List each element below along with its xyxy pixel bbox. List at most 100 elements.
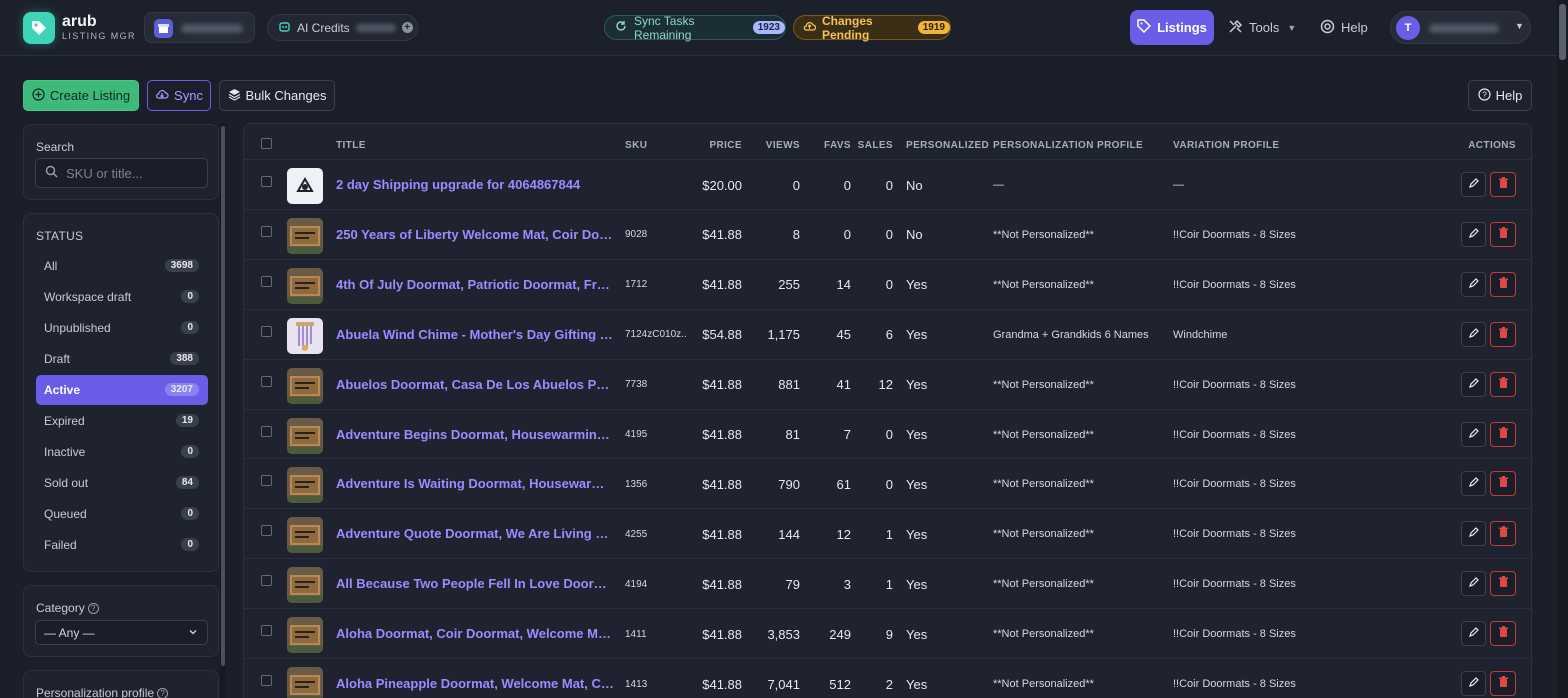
header-sku[interactable]: SKU xyxy=(625,140,647,151)
add-credits-icon[interactable]: + xyxy=(401,22,413,33)
row-checkbox[interactable] xyxy=(261,475,272,487)
delete-button[interactable] xyxy=(1490,371,1516,397)
status-item-all[interactable]: All 3698 xyxy=(36,251,208,281)
delete-button[interactable] xyxy=(1490,471,1516,497)
listing-thumbnail[interactable] xyxy=(287,467,323,504)
edit-button[interactable] xyxy=(1461,521,1486,547)
row-checkbox[interactable] xyxy=(261,325,272,337)
listing-thumbnail[interactable] xyxy=(287,517,323,554)
status-item-unpublished[interactable]: Unpublished 0 xyxy=(36,313,208,343)
status-count-badge: 388 xyxy=(170,352,199,365)
status-item-sold-out[interactable]: Sold out 84 xyxy=(36,468,208,498)
row-checkbox[interactable] xyxy=(261,275,272,287)
header-title[interactable]: TITLE xyxy=(336,140,366,151)
sync-tasks-pill[interactable]: Sync Tasks Remaining 1923 xyxy=(604,14,786,42)
info-icon[interactable]: ? xyxy=(87,603,99,615)
listing-title-link[interactable]: 2 day Shipping upgrade for 4064867844 xyxy=(336,160,614,210)
listing-title-link[interactable]: 4th Of July Doormat, Patriotic Doormat, … xyxy=(336,260,614,310)
status-item-inactive[interactable]: Inactive 0 xyxy=(36,437,208,467)
create-listing-button[interactable]: Create Listing xyxy=(23,80,139,111)
status-item-draft[interactable]: Draft 388 xyxy=(36,344,208,374)
sidebar-scrollbar-thumb[interactable] xyxy=(221,126,225,666)
listing-thumbnail[interactable] xyxy=(287,317,323,354)
row-checkbox[interactable] xyxy=(261,176,272,187)
listing-title-link[interactable]: Abuelos Doormat, Casa De Los Abuelos Per… xyxy=(336,360,614,410)
edit-button[interactable] xyxy=(1461,421,1486,447)
listing-title-link[interactable]: Abuela Wind Chime - Mother's Day Gifting… xyxy=(336,310,614,360)
header-sales[interactable]: SALES xyxy=(851,140,893,151)
status-item-workspace-draft[interactable]: Workspace draft 0 xyxy=(36,282,208,312)
edit-button[interactable] xyxy=(1461,471,1486,497)
edit-button[interactable] xyxy=(1461,321,1486,347)
header-personalized[interactable]: PERSONALIZED xyxy=(906,140,989,151)
status-item-expired[interactable]: Expired 19 xyxy=(36,406,208,436)
edit-button[interactable] xyxy=(1461,671,1486,696)
page-scrollbar-thumb[interactable] xyxy=(1559,4,1566,60)
page-scrollbar[interactable] xyxy=(1557,0,1568,698)
info-icon[interactable]: ? xyxy=(157,688,169,698)
header-views[interactable]: VIEWS xyxy=(750,140,800,151)
status-item-active[interactable]: Active 3207 xyxy=(36,375,208,405)
listing-title-link[interactable]: Adventure Is Waiting Doormat, Housewarmi… xyxy=(336,459,614,509)
delete-button[interactable] xyxy=(1490,621,1516,647)
nav-listings[interactable]: Listings xyxy=(1130,10,1214,45)
listing-title-link[interactable]: Adventure Begins Doormat, Housewarming .… xyxy=(336,410,614,460)
shop-selector[interactable] xyxy=(144,12,255,43)
table-row: Adventure Begins Doormat, Housewarming .… xyxy=(244,408,1531,460)
row-checkbox[interactable] xyxy=(261,375,272,387)
edit-button[interactable] xyxy=(1461,221,1486,247)
listing-title-link[interactable]: Aloha Doormat, Coir Doormat, Welcome Ma.… xyxy=(336,609,614,659)
edit-button[interactable] xyxy=(1461,172,1486,197)
edit-button[interactable] xyxy=(1461,571,1486,597)
delete-button[interactable] xyxy=(1490,172,1516,197)
listing-title-link[interactable]: Aloha Pineapple Doormat, Welcome Mat, Co… xyxy=(336,659,614,698)
search-input[interactable]: SKU or title... xyxy=(35,158,208,188)
row-checkbox[interactable] xyxy=(261,425,272,437)
category-select[interactable]: — Any — xyxy=(35,620,208,645)
listing-thumbnail[interactable] xyxy=(287,217,323,254)
delete-button[interactable] xyxy=(1490,521,1516,547)
row-checkbox[interactable] xyxy=(261,525,272,537)
listing-thumbnail[interactable] xyxy=(287,267,323,304)
row-checkbox[interactable] xyxy=(261,575,272,587)
header-personalization-profile[interactable]: PERSONALIZATION PROFILE xyxy=(993,140,1143,151)
status-item-failed[interactable]: Failed 0 xyxy=(36,530,208,560)
header-price[interactable]: PRICE xyxy=(692,140,742,151)
listing-thumbnail[interactable] xyxy=(287,617,323,654)
header-variation-profile[interactable]: VARIATION PROFILE xyxy=(1173,140,1279,151)
select-all-checkbox[interactable] xyxy=(261,138,272,149)
nav-tools-dropdown[interactable]: Tools ▼ xyxy=(1228,10,1300,45)
listing-thumbnail[interactable] xyxy=(287,367,323,404)
edit-button[interactable] xyxy=(1461,621,1486,647)
bulk-changes-button[interactable]: Bulk Changes xyxy=(219,80,335,111)
user-menu[interactable]: T ▼ xyxy=(1390,11,1531,44)
nav-help[interactable]: Help xyxy=(1320,10,1375,45)
tag-logo-icon[interactable] xyxy=(23,12,55,44)
listing-thumbnail[interactable] xyxy=(287,667,323,698)
delete-button[interactable] xyxy=(1490,571,1516,597)
ai-credits-pill[interactable]: AI Credits + xyxy=(267,14,418,41)
delete-button[interactable] xyxy=(1490,321,1516,347)
row-checkbox[interactable] xyxy=(261,625,272,637)
sync-button[interactable]: Sync xyxy=(147,80,211,111)
plus-circle-icon xyxy=(32,87,45,104)
delete-button[interactable] xyxy=(1490,271,1516,297)
listing-thumbnail[interactable] xyxy=(287,567,323,604)
sidebar-scrollbar[interactable] xyxy=(220,124,226,698)
listing-title-link[interactable]: Adventure Quote Doormat, We Are Living O… xyxy=(336,509,614,559)
help-button[interactable]: ? Help xyxy=(1468,80,1532,111)
listing-thumbnail[interactable] xyxy=(287,168,323,204)
delete-button[interactable] xyxy=(1490,221,1516,247)
listing-title-link[interactable]: 250 Years of Liberty Welcome Mat, Coir D… xyxy=(336,210,614,260)
row-checkbox[interactable] xyxy=(261,225,272,237)
status-item-queued[interactable]: Queued 0 xyxy=(36,499,208,529)
edit-button[interactable] xyxy=(1461,371,1486,397)
listing-thumbnail[interactable] xyxy=(287,417,323,454)
changes-pending-pill[interactable]: Changes Pending 1919 xyxy=(793,14,951,42)
edit-button[interactable] xyxy=(1461,271,1486,297)
row-checkbox[interactable] xyxy=(261,675,272,686)
delete-button[interactable] xyxy=(1490,671,1516,696)
listing-title-link[interactable]: All Because Two People Fell In Love Door… xyxy=(336,559,614,609)
delete-button[interactable] xyxy=(1490,421,1516,447)
header-favs[interactable]: FAVS xyxy=(806,140,851,151)
